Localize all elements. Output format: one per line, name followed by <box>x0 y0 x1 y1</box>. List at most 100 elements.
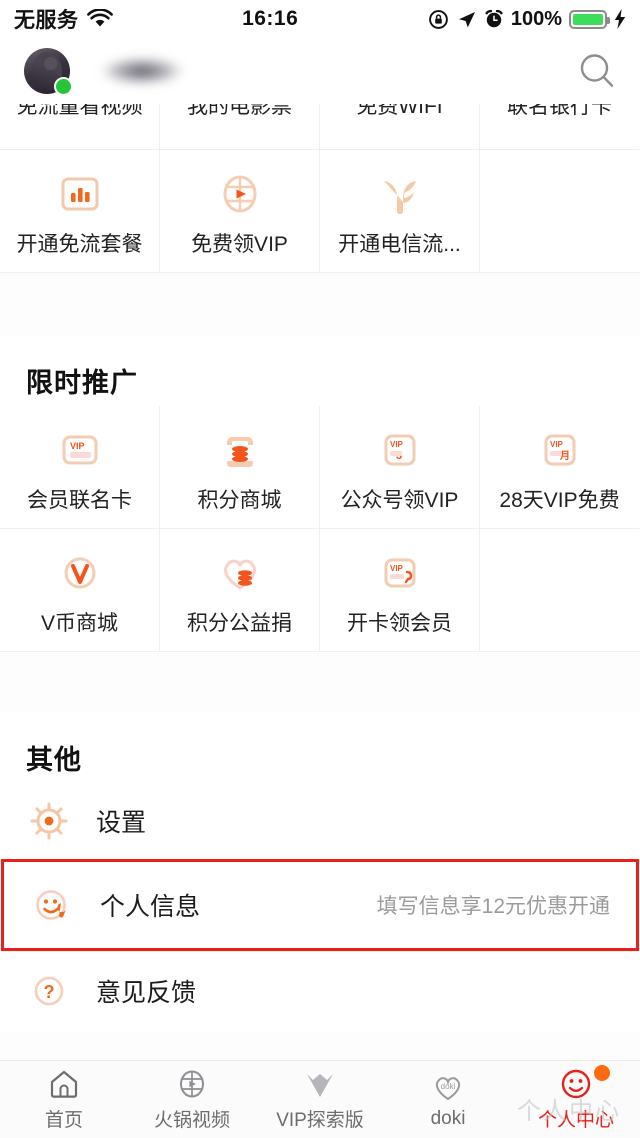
status-bar: 无服务 16:16 100% <box>0 0 640 38</box>
gear-icon <box>26 799 72 843</box>
battery-percent-label: 100% <box>510 7 562 30</box>
promo-cell-label: V币商城 <box>40 612 118 635</box>
tab-label: 首页 <box>44 1110 83 1131</box>
film-play-icon <box>175 1067 209 1101</box>
promo-cell-open-card-vip[interactable]: VIP 开卡领会员 <box>320 529 480 652</box>
other-section-title: 其他 <box>26 745 82 775</box>
svg-text:VIP: VIP <box>390 564 404 573</box>
list-item-feedback[interactable]: ? 意见反馈 <box>0 951 640 1031</box>
promo-grid: VIP 会员联名卡 积分商城 VIP 公众号领VIP VIP 月 28天VIP免… <box>0 406 640 652</box>
promo-cell-member-card[interactable]: VIP 会员联名卡 <box>0 406 160 529</box>
tab-doki[interactable]: doki doki <box>384 1070 512 1130</box>
grid-cell-label: 免费WIFI <box>356 104 443 118</box>
services-row: 开通免流套餐 免费领VIP 开通电信流... <box>0 150 640 273</box>
vip-month-card-icon: VIP 月 <box>535 422 585 478</box>
data-bars-card-icon <box>55 166 105 222</box>
services-grid: 免流量看视频 我的电影票 免费WIFI 联名银行卡 开通免流套餐 免费领VIP … <box>0 104 640 273</box>
grid-cell-empty <box>480 150 640 273</box>
battery-full-icon <box>569 9 610 29</box>
grid-cell[interactable]: 免流量看视频 <box>0 104 160 150</box>
vip-card-icon: VIP <box>55 422 105 478</box>
list-item-label: 个人信息 <box>100 893 201 921</box>
rotation-lock-icon <box>428 9 449 30</box>
tab-personal-center[interactable]: 个人中心 <box>512 1065 640 1132</box>
question-circle-icon: ? <box>26 969 72 1013</box>
status-bar-left: 无服务 <box>14 4 113 34</box>
vip-key-card-icon: VIP <box>375 545 425 601</box>
grid-cell-label: 免流量看视频 <box>16 104 143 118</box>
list-item-personal-info[interactable]: 个人信息 填写信息享12元优惠开通 <box>0 859 640 951</box>
wifi-icon <box>86 9 113 29</box>
bottom-tab-bar: 首页 火锅视频 VIP探索版 doki doki 个人中心 个人中心 <box>0 1060 640 1138</box>
section-divider <box>0 652 640 712</box>
avatar[interactable] <box>24 48 73 96</box>
list-item-settings[interactable]: 设置 <box>0 783 640 859</box>
profile-area[interactable] <box>24 48 196 96</box>
list-item-label: 设置 <box>96 809 147 837</box>
grid-cell-label: 开通免流套餐 <box>16 233 143 256</box>
tab-vip-explore[interactable]: VIP探索版 <box>256 1067 384 1132</box>
status-bar-clock: 16:16 <box>242 7 299 30</box>
phone-screen: 无服务 16:16 100% 免流量看视频 我的电影票 免费WIFI 联名银行卡… <box>0 0 640 1138</box>
grid-cell[interactable]: 免费WIFI <box>320 104 480 150</box>
grid-cell[interactable]: 我的电影票 <box>160 104 320 150</box>
promo-cell-points-donation[interactable]: 积分公益捐 <box>160 529 320 652</box>
grid-cell-label: 免费领VIP <box>191 233 288 256</box>
username-blurred <box>84 48 196 94</box>
vip-explore-icon <box>303 1067 337 1101</box>
promo-section: 限时推广 VIP 会员联名卡 积分商城 VIP 公众号领VIP VIP 月 28… <box>0 335 640 652</box>
film-play-icon <box>215 166 265 222</box>
promo-cell-points-mall[interactable]: 积分商城 <box>160 406 320 529</box>
search-icon[interactable] <box>576 50 618 92</box>
promo-cell-label: 28天VIP免费 <box>499 489 620 512</box>
vip-3-card-icon: VIP 3 <box>375 422 425 478</box>
page-header <box>0 38 640 104</box>
tab-label: doki <box>430 1107 466 1129</box>
grid-cell-free-vip[interactable]: 免费领VIP <box>160 150 320 273</box>
carrier-label: 无服务 <box>14 9 79 32</box>
promo-cell-label: 开卡领会员 <box>347 612 452 635</box>
smiley-wrench-icon <box>30 882 76 928</box>
annotation-highlight-box: 个人信息 填写信息享12元优惠开通 <box>1 859 639 951</box>
promo-cell-v-coin-mall[interactable]: V币商城 <box>0 529 160 652</box>
v-coin-icon <box>55 545 105 601</box>
grid-cell-label: 我的电影票 <box>187 104 292 118</box>
services-clipped-row: 免流量看视频 我的电影票 免费WIFI 联名银行卡 <box>0 104 640 150</box>
lightning-bolt-icon <box>614 9 626 29</box>
online-status-badge <box>54 77 73 96</box>
notification-dot <box>594 1065 610 1081</box>
tab-home[interactable]: 首页 <box>0 1067 128 1132</box>
status-bar-right: 100% <box>428 8 626 31</box>
home-icon <box>47 1067 81 1101</box>
tab-label: VIP探索版 <box>276 1110 364 1131</box>
promo-cell-label: 会员联名卡 <box>27 489 132 512</box>
svg-text:doki: doki <box>441 1082 456 1091</box>
promo-cell-label: 积分商城 <box>197 489 282 512</box>
smiley-face-icon <box>559 1067 593 1101</box>
tab-hotpot-video[interactable]: 火锅视频 <box>128 1067 256 1132</box>
grid-cell-telecom-traffic[interactable]: 开通电信流... <box>320 150 480 273</box>
promo-cell-label: 积分公益捐 <box>187 612 292 635</box>
coins-shop-icon <box>215 422 265 478</box>
heart-coins-icon <box>215 545 265 601</box>
svg-text:VIP: VIP <box>390 440 404 449</box>
promo-cell-empty <box>480 529 640 652</box>
list-item-note: 填写信息享12元优惠开通 <box>376 895 610 918</box>
location-arrow-icon <box>456 9 477 30</box>
grid-cell-open-free-traffic[interactable]: 开通免流套餐 <box>0 150 160 273</box>
alarm-clock-icon <box>484 9 504 29</box>
doki-heart-icon: doki <box>431 1070 465 1104</box>
promo-section-title: 限时推广 <box>26 368 138 398</box>
svg-text:VIP: VIP <box>70 441 85 451</box>
other-section: 其他 设置 个人信息 填写信息享12元优惠开通 ? 意见反馈 <box>0 712 640 1031</box>
promo-cell-wechat-vip[interactable]: VIP 3 公众号领VIP <box>320 406 480 529</box>
svg-text:?: ? <box>44 982 55 1002</box>
grid-cell-label: 开通电信流... <box>338 233 461 256</box>
promo-cell-28day-vip[interactable]: VIP 月 28天VIP免费 <box>480 406 640 529</box>
tab-label: 火锅视频 <box>153 1110 230 1131</box>
svg-text:VIP: VIP <box>550 440 564 449</box>
section-divider <box>0 273 640 335</box>
grid-cell[interactable]: 联名银行卡 <box>480 104 640 150</box>
promo-cell-label: 公众号领VIP <box>340 489 459 512</box>
tab-label: 个人中心 <box>537 1110 614 1131</box>
